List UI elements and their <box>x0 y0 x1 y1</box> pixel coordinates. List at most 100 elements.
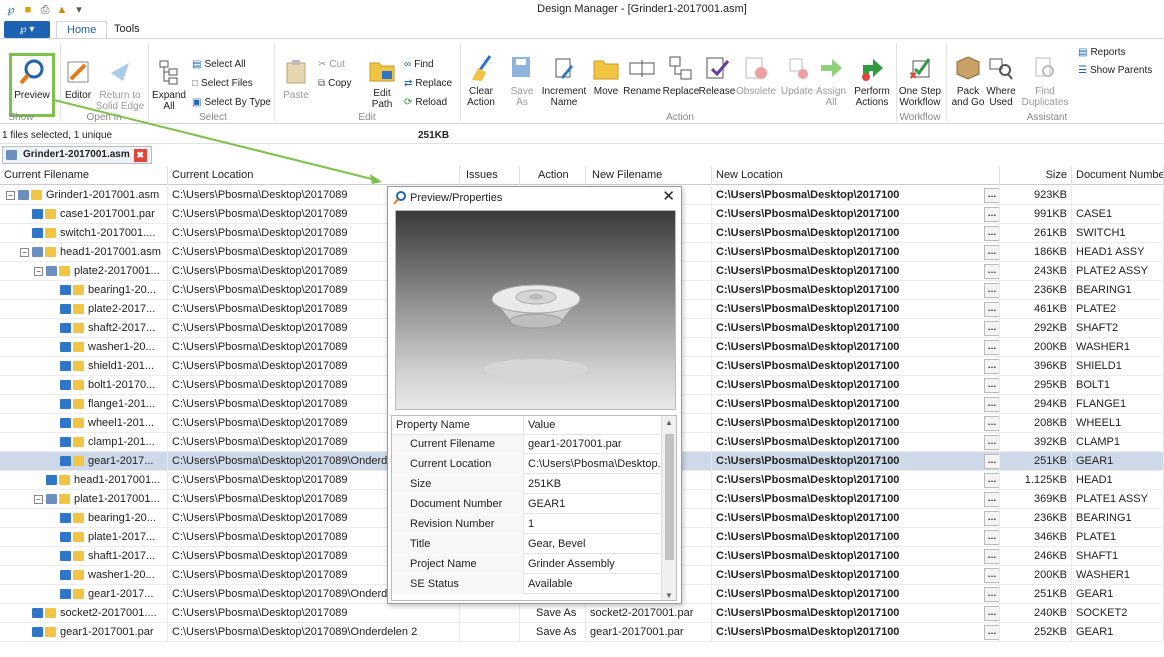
browse-location-button[interactable]: … <box>984 245 999 260</box>
column-action[interactable]: Action <box>520 166 586 185</box>
increment-name-button[interactable]: Increment Name <box>540 53 588 108</box>
save-as-button[interactable]: Save As <box>508 53 536 108</box>
edit-path-button[interactable]: Edit Path <box>366 55 398 110</box>
property-row[interactable]: SE Status Available <box>392 575 662 594</box>
expand-all-button[interactable]: Expand All <box>152 57 186 112</box>
cell-current-filename[interactable]: − plate2-2017001... <box>0 262 168 281</box>
cell-current-filename[interactable]: case1-2017001.par <box>0 205 168 224</box>
browse-location-button[interactable]: … <box>984 340 999 355</box>
cell-new-location[interactable]: C:\Users\Pbosma\Desktop\2017100… <box>712 357 1000 376</box>
rename-button[interactable]: Rename <box>622 53 662 97</box>
cell-new-location[interactable]: C:\Users\Pbosma\Desktop\2017100… <box>712 376 1000 395</box>
cell-current-filename[interactable]: washer1-20... <box>0 566 168 585</box>
cell-current-filename[interactable]: gear1-2017... <box>0 452 168 471</box>
column-document-number[interactable]: Document Number <box>1072 166 1164 185</box>
collapse-toggle-icon[interactable]: − <box>20 247 29 257</box>
cell-new-location[interactable]: C:\Users\Pbosma\Desktop\2017100… <box>712 623 1000 642</box>
browse-location-button[interactable]: … <box>984 378 999 393</box>
browse-location-button[interactable]: … <box>984 264 999 279</box>
show-parents-button[interactable]: ☰ Show Parents <box>1078 63 1152 78</box>
property-row[interactable]: Revision Number 1 <box>392 515 662 534</box>
browse-location-button[interactable]: … <box>984 359 999 374</box>
scrollbar-thumb[interactable] <box>665 434 674 560</box>
cell-new-location[interactable]: C:\Users\Pbosma\Desktop\2017100… <box>712 604 1000 623</box>
cell-current-filename[interactable]: head1-2017001... <box>0 471 168 490</box>
cell-new-location[interactable]: C:\Users\Pbosma\Desktop\2017100… <box>712 338 1000 357</box>
editor-button[interactable]: Editor <box>62 57 94 101</box>
cut-button[interactable]: ✂ Cut <box>318 57 345 72</box>
reload-button[interactable]: ⟳ Reload <box>404 95 447 110</box>
cell-new-location[interactable]: C:\Users\Pbosma\Desktop\2017100… <box>712 186 1000 205</box>
scroll-down-icon[interactable]: ▼ <box>665 591 673 600</box>
cell-new-location[interactable]: C:\Users\Pbosma\Desktop\2017100… <box>712 414 1000 433</box>
cell-new-location[interactable]: C:\Users\Pbosma\Desktop\2017100… <box>712 509 1000 528</box>
cell-new-filename[interactable]: socket2-2017001.par <box>586 604 712 623</box>
cell-action[interactable]: Save As <box>520 623 586 642</box>
browse-location-button[interactable]: … <box>984 492 999 507</box>
collapse-toggle-icon[interactable]: − <box>34 494 43 504</box>
document-tab[interactable]: Grinder1-2017001.asm ✖ <box>2 146 152 164</box>
cell-new-location[interactable]: C:\Users\Pbosma\Desktop\2017100… <box>712 224 1000 243</box>
find-duplicates-button[interactable]: Find Duplicates <box>1020 53 1070 108</box>
preview-button[interactable]: Preview <box>9 53 55 117</box>
browse-location-button[interactable]: … <box>984 283 999 298</box>
cell-new-location[interactable]: C:\Users\Pbosma\Desktop\2017100… <box>712 528 1000 547</box>
cell-current-filename[interactable]: − Grinder1-2017001.asm <box>0 186 168 205</box>
cell-new-location[interactable]: C:\Users\Pbosma\Desktop\2017100… <box>712 490 1000 509</box>
close-tab-icon[interactable]: ✖ <box>133 148 147 162</box>
cell-current-filename[interactable]: shaft1-2017... <box>0 547 168 566</box>
property-row[interactable]: Current Location C:\Users\Pbosma\Desktop.… <box>392 455 662 474</box>
return-to-solid-edge-button[interactable]: Return to Solid Edge <box>96 57 144 112</box>
browse-location-button[interactable]: … <box>984 473 999 488</box>
browse-location-button[interactable]: … <box>984 530 999 545</box>
cell-new-location[interactable]: C:\Users\Pbosma\Desktop\2017100… <box>712 433 1000 452</box>
cell-current-filename[interactable]: plate1-2017... <box>0 528 168 547</box>
table-row[interactable]: socket2-2017001.... C:\Users\Pbosma\Deskt… <box>0 604 1164 623</box>
property-row[interactable]: Current Filename gear1-2017001.par <box>392 435 662 454</box>
cell-current-filename[interactable]: gear1-2017... <box>0 585 168 604</box>
replace-button[interactable]: ⇄ Replace <box>404 76 452 91</box>
cell-new-location[interactable]: C:\Users\Pbosma\Desktop\2017100… <box>712 300 1000 319</box>
cell-current-filename[interactable]: switch1-2017001.... <box>0 224 168 243</box>
cell-current-filename[interactable]: − head1-2017001.asm <box>0 243 168 262</box>
properties-scrollbar[interactable]: ▲ ▼ <box>661 416 676 600</box>
browse-location-button[interactable]: … <box>984 454 999 469</box>
browse-location-button[interactable]: … <box>984 568 999 583</box>
cell-current-filename[interactable]: wheel1-201... <box>0 414 168 433</box>
cell-current-filename[interactable]: − plate1-2017001... <box>0 490 168 509</box>
cell-current-filename[interactable]: bearing1-20... <box>0 281 168 300</box>
property-row[interactable]: Title Gear, Bevel <box>392 535 662 554</box>
cell-new-filename[interactable]: gear1-2017001.par <box>586 623 712 642</box>
cell-new-location[interactable]: C:\Users\Pbosma\Desktop\2017100… <box>712 319 1000 338</box>
browse-location-button[interactable]: … <box>984 549 999 564</box>
property-row[interactable]: Size 251KB <box>392 475 662 494</box>
cell-current-filename[interactable]: flange1-201... <box>0 395 168 414</box>
app-menu-button[interactable]: ℘ ▾ <box>4 21 50 38</box>
cell-new-location[interactable]: C:\Users\Pbosma\Desktop\2017100… <box>712 243 1000 262</box>
cell-new-location[interactable]: C:\Users\Pbosma\Desktop\2017100… <box>712 205 1000 224</box>
column-new-location[interactable]: New Location <box>712 166 1000 185</box>
cell-new-location[interactable]: C:\Users\Pbosma\Desktop\2017100… <box>712 395 1000 414</box>
tab-home[interactable]: Home <box>56 21 108 39</box>
browse-location-button[interactable]: … <box>984 625 999 640</box>
browse-location-button[interactable]: … <box>984 416 999 431</box>
cell-current-filename[interactable]: bolt1-20170... <box>0 376 168 395</box>
property-row[interactable]: Project Name Grinder Assembly <box>392 555 662 574</box>
column-new-filename[interactable]: New Filename <box>586 166 712 185</box>
assign-all-button[interactable]: Assign All <box>816 53 846 108</box>
select-by-type-button[interactable]: ▣ Select By Type <box>192 95 271 110</box>
browse-location-button[interactable]: … <box>984 188 999 203</box>
cell-current-filename[interactable]: gear1-2017001.par <box>0 623 168 642</box>
replace-action-button[interactable]: Replace <box>662 53 700 97</box>
cell-current-filename[interactable]: plate2-2017... <box>0 300 168 319</box>
release-button[interactable]: Release <box>699 53 735 97</box>
one-step-workflow-button[interactable]: ✖ One Step Workflow <box>898 53 942 108</box>
collapse-toggle-icon[interactable]: − <box>34 266 43 276</box>
browse-location-button[interactable]: … <box>984 397 999 412</box>
cell-action[interactable]: Save As <box>520 604 586 623</box>
browse-location-button[interactable]: … <box>984 302 999 317</box>
cell-current-filename[interactable]: socket2-2017001.... <box>0 604 168 623</box>
select-files-button[interactable]: □ Select Files <box>192 76 253 91</box>
column-current-filename[interactable]: Current Filename <box>0 166 168 185</box>
cell-new-location[interactable]: C:\Users\Pbosma\Desktop\2017100… <box>712 547 1000 566</box>
